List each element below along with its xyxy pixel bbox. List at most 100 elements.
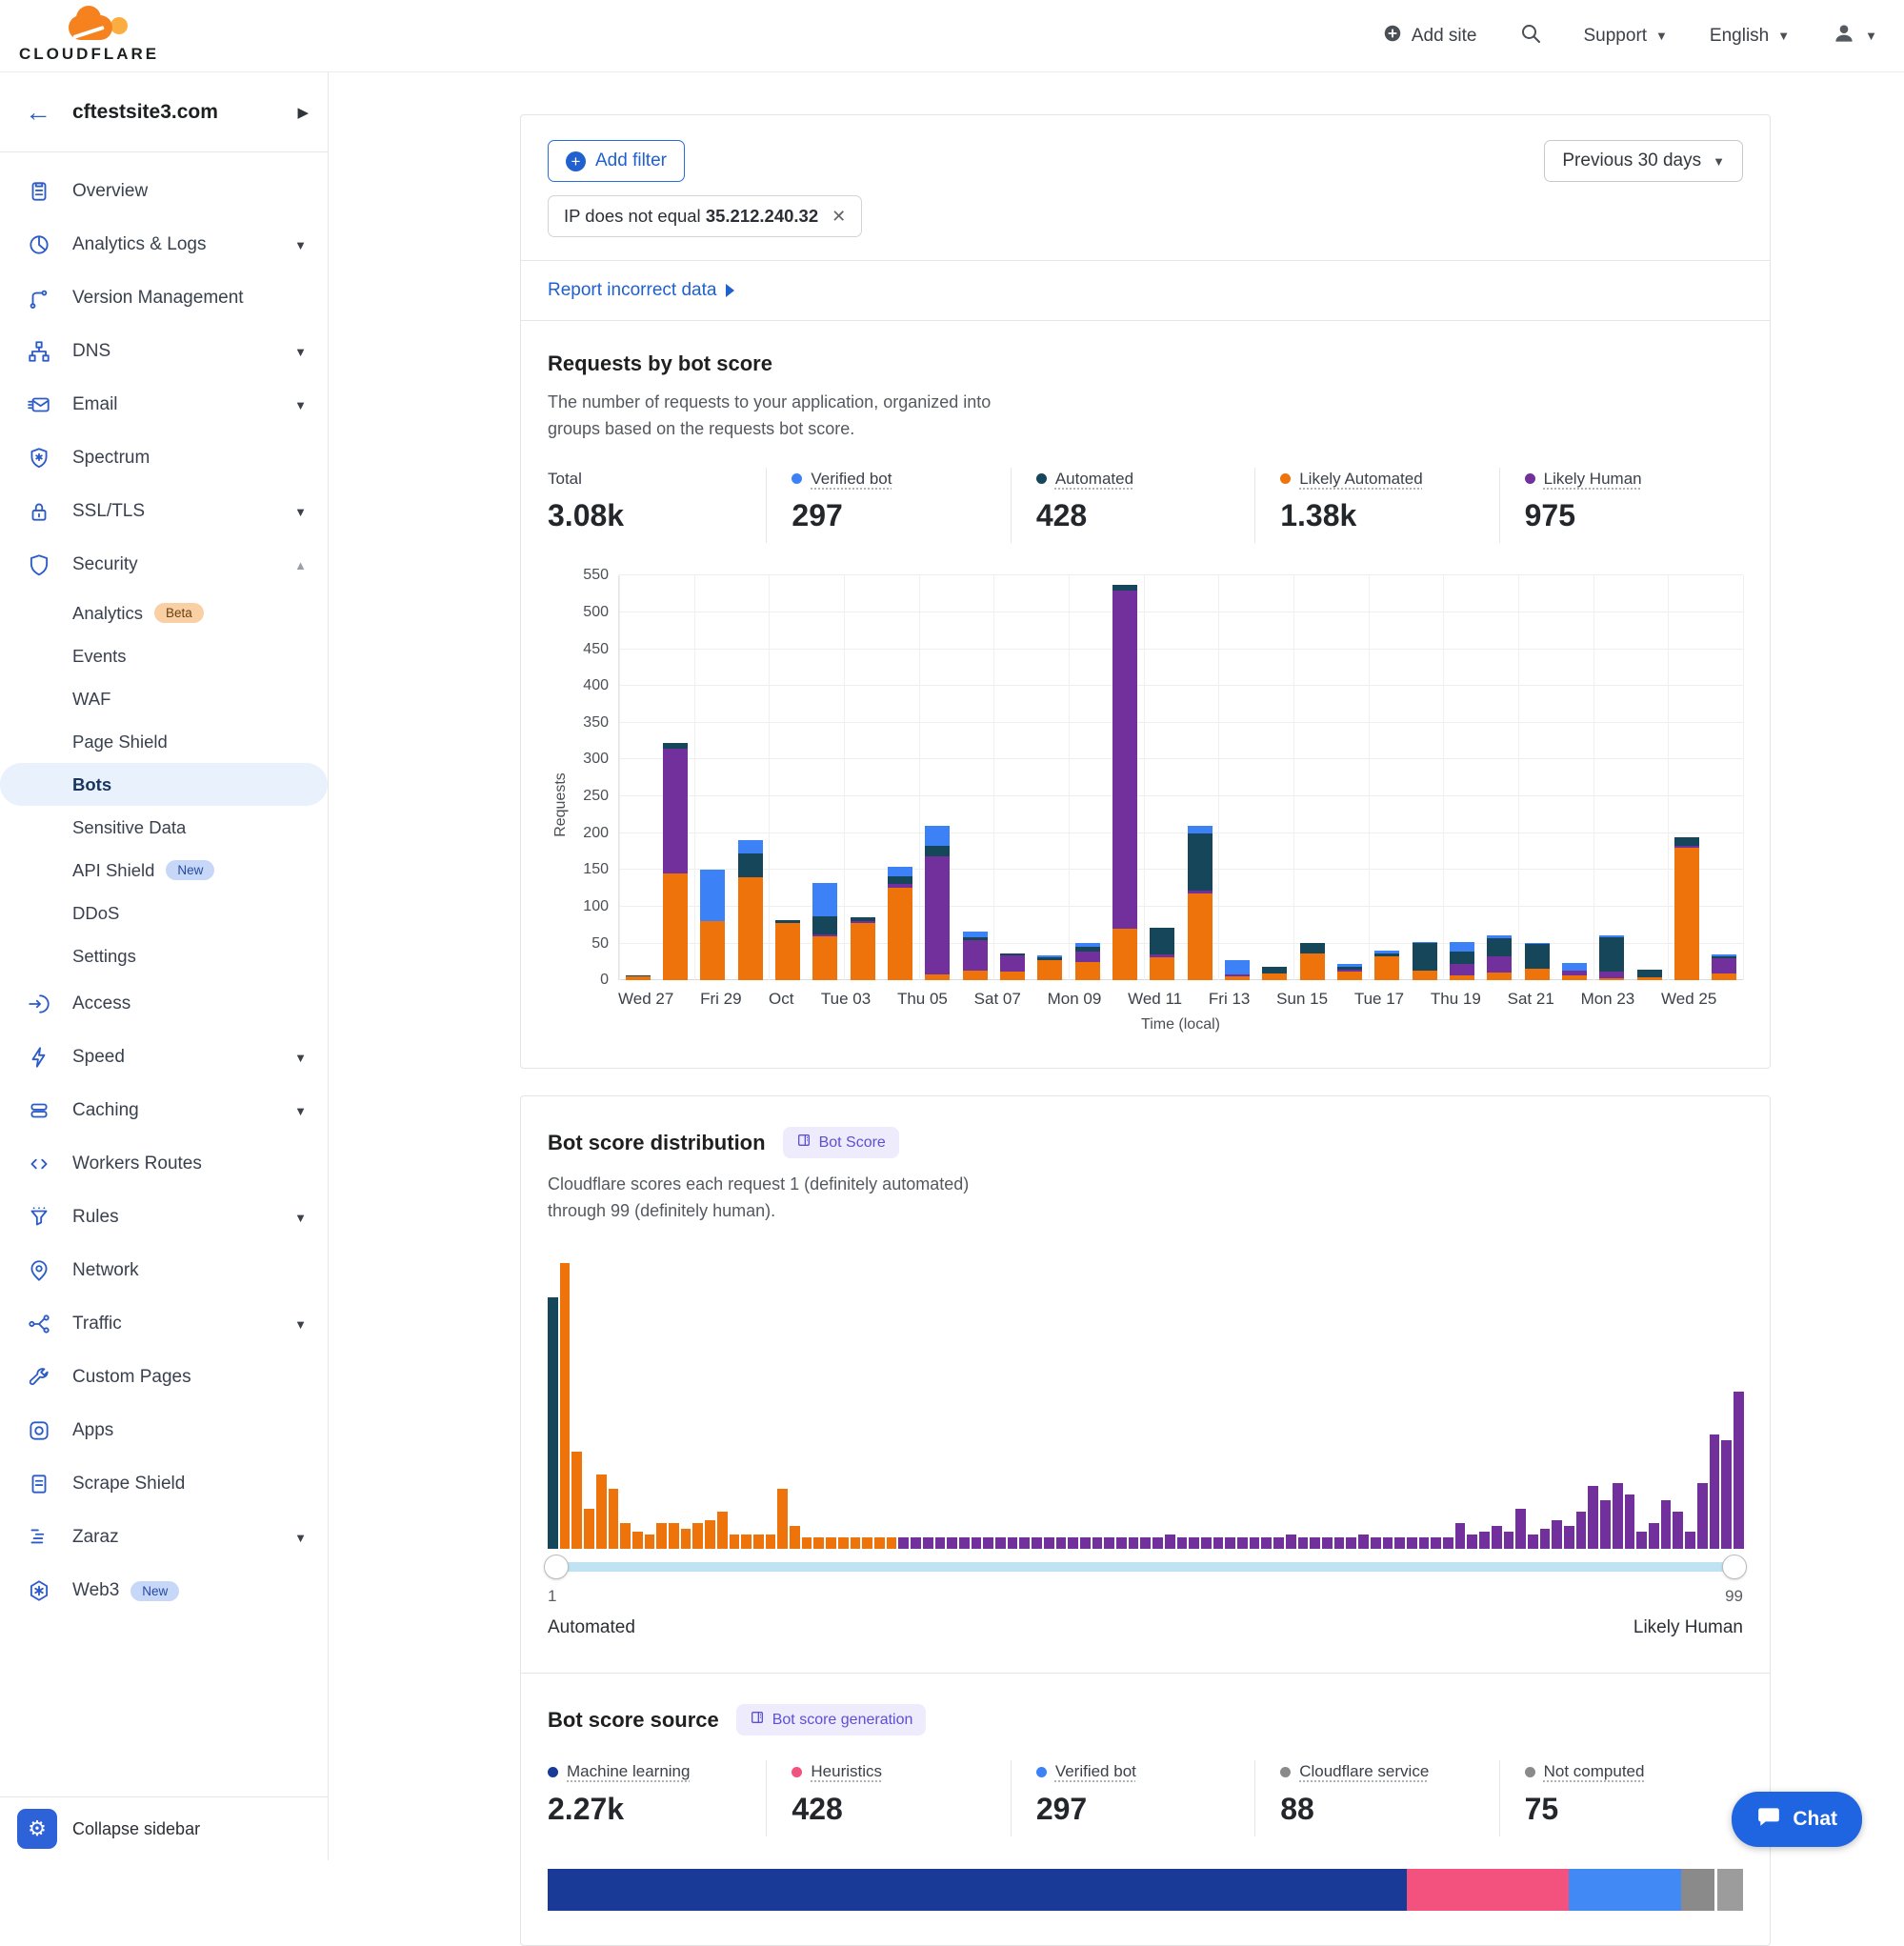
bar-tue-03[interactable] <box>851 917 875 980</box>
slider-handle-max[interactable] <box>1722 1555 1747 1579</box>
sidebar-item-scrape-shield[interactable]: Scrape Shield <box>0 1457 328 1511</box>
chat-button[interactable]: Chat <box>1732 1792 1862 1847</box>
search-icon[interactable] <box>1519 22 1542 50</box>
bar-slot <box>1331 575 1368 980</box>
sidebar-item-api-shield[interactable]: API ShieldNew <box>0 849 328 892</box>
histogram-bar-score-84 <box>1552 1520 1562 1549</box>
sidebar-item-label: Custom Pages <box>72 1367 307 1388</box>
bar-oct-01[interactable] <box>775 920 800 980</box>
sidebar-item-web3[interactable]: Web3New <box>0 1564 328 1617</box>
bar-sat-30[interactable] <box>738 840 763 980</box>
histogram-bar-score-44 <box>1068 1537 1078 1549</box>
bar-mon-16[interactable] <box>1337 964 1362 981</box>
bar-fri-13[interactable] <box>1225 960 1250 981</box>
sidebar-item-waf[interactable]: WAF <box>0 677 328 720</box>
sidebar-item-version-management[interactable]: Version Management <box>0 271 328 325</box>
bar-mon-02[interactable] <box>812 883 837 980</box>
filter-chip[interactable]: IP does not equal 35.212.240.32 ✕ <box>548 195 862 237</box>
bar-wed-27[interactable] <box>626 975 651 980</box>
bar-thu-19[interactable] <box>1450 942 1474 980</box>
sidebar-item-text: SSL/TLS <box>72 501 145 522</box>
bar-tue-24[interactable] <box>1637 970 1662 981</box>
bar-wed-11[interactable] <box>1150 928 1174 980</box>
bar-sat-07[interactable] <box>1000 953 1025 981</box>
bar-sat-21[interactable] <box>1525 943 1550 980</box>
sidebar-item-dns[interactable]: DNS▼ <box>0 325 328 378</box>
bar-thu-28[interactable] <box>663 743 688 980</box>
bar-wed-04[interactable] <box>888 867 912 981</box>
add-filter-button[interactable]: + Add filter <box>548 140 685 182</box>
collapse-sidebar-label[interactable]: Collapse sidebar <box>72 1819 200 1839</box>
slider-min-label: Automated <box>548 1617 635 1638</box>
sidebar-item-apps[interactable]: Apps <box>0 1404 328 1457</box>
report-incorrect-data-link[interactable]: Report incorrect data <box>548 280 734 301</box>
x-tick-label: Wed 11 <box>1128 990 1182 1009</box>
sidebar-item-analytics[interactable]: AnalyticsBeta <box>0 592 328 634</box>
histogram-bar-score-60 <box>1261 1537 1272 1549</box>
bar-sun-08[interactable] <box>1037 955 1062 980</box>
bar-slot <box>1593 575 1631 980</box>
sidebar-item-caching[interactable]: Caching▼ <box>0 1084 328 1137</box>
sidebar-item-custom-pages[interactable]: Custom Pages <box>0 1351 328 1404</box>
sidebar-item-settings[interactable]: Settings <box>0 934 328 977</box>
sidebar-item-overview[interactable]: Overview <box>0 165 328 218</box>
bar-tue-10[interactable] <box>1112 585 1137 981</box>
bar-thu-12[interactable] <box>1188 826 1213 980</box>
lock-icon <box>27 499 51 524</box>
bar-mon-09[interactable] <box>1075 943 1100 980</box>
sidebar-item-page-shield[interactable]: Page Shield <box>0 720 328 763</box>
sidebar-item-rules[interactable]: Rules▼ <box>0 1191 328 1244</box>
bar-fri-29[interactable] <box>700 870 725 980</box>
bar-slot <box>956 575 993 980</box>
bolt-icon <box>27 1045 51 1070</box>
cloudflare-logo[interactable]: CLOUDFLARE <box>19 8 159 64</box>
sidebar-item-ssl-tls[interactable]: SSL/TLS▼ <box>0 485 328 538</box>
bar-thu-26[interactable] <box>1712 954 1736 980</box>
chevron-right-icon[interactable]: ▶ <box>297 104 309 121</box>
sidebar-item-security[interactable]: Security▲ <box>0 538 328 592</box>
bar-wed-18[interactable] <box>1413 942 1437 980</box>
add-site-button[interactable]: Add site <box>1382 23 1477 50</box>
bot-score-generation-badge[interactable]: Bot score generation <box>736 1704 927 1735</box>
sidebar-item-workers-routes[interactable]: Workers Routes <box>0 1137 328 1191</box>
sidebar-item-email[interactable]: Email▼ <box>0 378 328 431</box>
sidebar-item-analytics-logs[interactable]: Analytics & Logs▼ <box>0 218 328 271</box>
sidebar-item-traffic[interactable]: Traffic▼ <box>0 1297 328 1351</box>
bar-slot <box>656 575 693 980</box>
sidebar-item-bots[interactable]: Bots <box>0 763 328 806</box>
date-range-dropdown[interactable]: Previous 30 days ▼ <box>1544 140 1743 182</box>
bar-slot <box>1181 575 1218 980</box>
sidebar-item-ddos[interactable]: DDoS <box>0 892 328 934</box>
bar-mon-23[interactable] <box>1599 935 1624 980</box>
close-icon[interactable]: ✕ <box>832 207 846 227</box>
support-menu[interactable]: Support ▼ <box>1584 26 1668 47</box>
bar-thu-05[interactable] <box>925 826 950 980</box>
bar-sun-15[interactable] <box>1300 943 1325 980</box>
gear-icon[interactable]: ⚙ <box>17 1809 57 1849</box>
sidebar-item-speed[interactable]: Speed▼ <box>0 1031 328 1084</box>
score-range-slider[interactable] <box>548 1562 1743 1572</box>
x-tick-label <box>1328 990 1354 1009</box>
bar-fri-06[interactable] <box>963 932 988 980</box>
bot-score-badge[interactable]: Bot Score <box>783 1127 899 1158</box>
bar-sun-22[interactable] <box>1562 963 1587 981</box>
hexagon-icon <box>27 1578 51 1603</box>
sidebar-item-zaraz[interactable]: Zaraz▼ <box>0 1511 328 1564</box>
sidebar-item-network[interactable]: Network <box>0 1244 328 1297</box>
sidebar-item-events[interactable]: Events <box>0 634 328 677</box>
bar-segment-likely-human <box>1599 972 1624 978</box>
account-menu[interactable]: ▼ <box>1832 21 1877 51</box>
bar-segment-likely-automated <box>738 877 763 980</box>
back-arrow-icon[interactable]: ← <box>25 99 51 126</box>
slider-handle-min[interactable] <box>544 1555 569 1579</box>
bar-sat-14[interactable] <box>1262 967 1287 981</box>
sidebar-item-spectrum[interactable]: Spectrum <box>0 431 328 485</box>
sidebar-item-access[interactable]: Access <box>0 977 328 1031</box>
language-menu[interactable]: English ▼ <box>1710 26 1790 47</box>
bar-fri-20[interactable] <box>1487 935 1512 980</box>
histogram-bar-score-81 <box>1515 1509 1526 1549</box>
bar-tue-17[interactable] <box>1374 951 1399 981</box>
bar-segment-likely-automated <box>1374 956 1399 981</box>
bar-wed-25[interactable] <box>1674 837 1699 981</box>
sidebar-item-sensitive-data[interactable]: Sensitive Data <box>0 806 328 849</box>
